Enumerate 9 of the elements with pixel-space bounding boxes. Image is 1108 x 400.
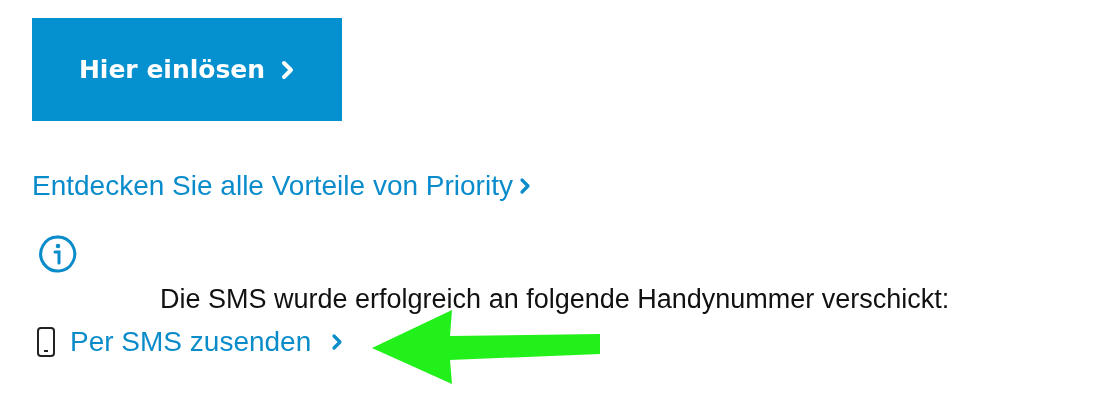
chevron-icon [281,59,296,80]
info-message: Die SMS wurde erfolgreich an folgende Handynummer verschickt: [160,284,950,315]
phone-icon [36,326,56,358]
chevron-icon [518,177,531,195]
chevron-icon [331,333,344,351]
info-icon [38,234,78,274]
sms-link[interactable]: Per SMS zusenden [70,326,344,358]
redeem-button[interactable]: Hier einlösen [32,18,342,121]
benefits-link[interactable]: Entdecken Sie alle Vorteile von Priority [32,170,531,202]
